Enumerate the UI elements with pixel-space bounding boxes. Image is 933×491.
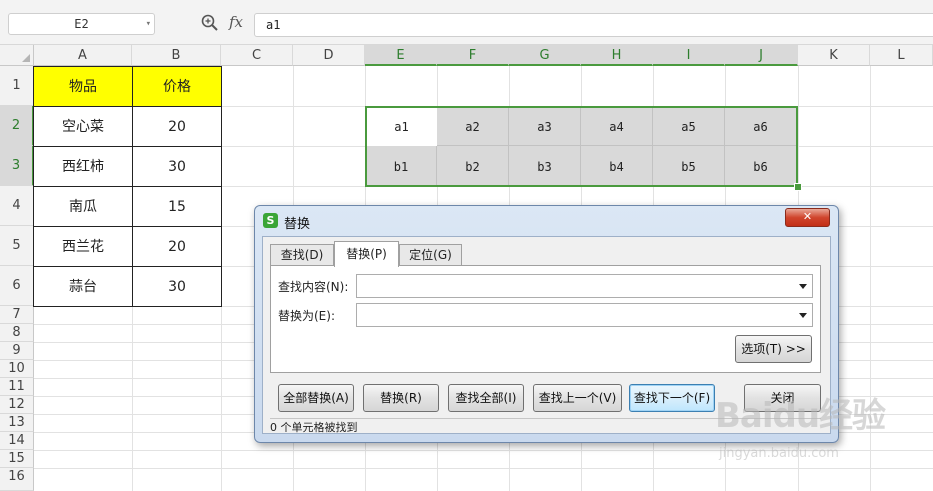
replace-panel: 查找内容(N): 替换为(E): 选项(T) >> xyxy=(270,265,821,373)
chevron-down-icon[interactable]: ▾ xyxy=(146,14,151,34)
row-header-3[interactable]: 3 xyxy=(0,146,34,186)
row-header-8[interactable]: 8 xyxy=(0,324,34,342)
row-header-12[interactable]: 12 xyxy=(0,396,34,414)
row-header-9[interactable]: 9 xyxy=(0,342,34,360)
row-header-15[interactable]: 15 xyxy=(0,450,34,468)
table-cell[interactable]: 蒜台 xyxy=(33,266,133,307)
dialog-body: 查找(D) 替换(P) 定位(G) 查找内容(N): 替换为(E): 选项(T)… xyxy=(262,236,831,434)
table-cell[interactable]: 西兰花 xyxy=(33,226,133,267)
row-header-2[interactable]: 2 xyxy=(0,106,34,146)
find-label: 查找内容(N): xyxy=(278,280,349,294)
column-header-f[interactable]: F xyxy=(437,45,509,66)
row-header-5[interactable]: 5 xyxy=(0,226,34,266)
row-header-4[interactable]: 4 xyxy=(0,186,34,226)
row-header-7[interactable]: 7 xyxy=(0,306,34,324)
table-cell[interactable]: 20 xyxy=(132,226,222,267)
table-header-item[interactable]: 物品 xyxy=(33,66,133,107)
column-header-i[interactable]: I xyxy=(653,45,725,66)
dialog-title: 替换 xyxy=(284,217,311,232)
column-header-e[interactable]: E xyxy=(365,45,437,66)
column-header-b[interactable]: B xyxy=(132,45,221,66)
close-button[interactable]: 关闭 xyxy=(744,384,821,412)
replace-button[interactable]: 替换(R) xyxy=(363,384,439,412)
find-all-button[interactable]: 查找全部(I) xyxy=(448,384,524,412)
table-cell[interactable]: 15 xyxy=(132,186,222,227)
table-cell[interactable]: 西红柿 xyxy=(33,146,133,187)
selection-border xyxy=(365,106,798,187)
table-cell[interactable]: 30 xyxy=(132,266,222,307)
find-next-button[interactable]: 查找下一个(F) xyxy=(629,384,715,412)
options-button[interactable]: 选项(T) >> xyxy=(735,335,812,363)
gridline xyxy=(870,66,871,491)
app-logo-icon: S xyxy=(263,213,278,228)
column-header-h[interactable]: H xyxy=(581,45,653,66)
column-header-a[interactable]: A xyxy=(34,45,132,66)
row-header-6[interactable]: 6 xyxy=(0,266,34,306)
row-header-11[interactable]: 11 xyxy=(0,378,34,396)
row-header-10[interactable]: 10 xyxy=(0,360,34,378)
replace-label: 替换为(E): xyxy=(278,309,335,323)
row-header-1[interactable]: 1 xyxy=(0,66,34,106)
column-header-k[interactable]: K xyxy=(798,45,870,66)
column-header-j[interactable]: J xyxy=(725,45,798,66)
chevron-down-icon[interactable] xyxy=(799,284,807,289)
column-header-g[interactable]: G xyxy=(509,45,581,66)
gridline xyxy=(34,450,933,451)
column-header-d[interactable]: D xyxy=(293,45,365,66)
name-box[interactable]: E2 ▾ xyxy=(8,13,155,35)
row-header-16[interactable]: 16 xyxy=(0,468,34,491)
tab-goto[interactable]: 定位(G) xyxy=(399,244,462,265)
chevron-down-icon[interactable] xyxy=(799,313,807,318)
gridline xyxy=(34,468,933,469)
row-header-14[interactable]: 14 xyxy=(0,432,34,450)
replace-all-button[interactable]: 全部替换(A) xyxy=(278,384,354,412)
status-text: 0 个单元格被找到 xyxy=(270,418,821,434)
find-previous-button[interactable]: 查找上一个(V) xyxy=(533,384,622,412)
column-header-c[interactable]: C xyxy=(221,45,293,66)
find-input[interactable] xyxy=(356,274,813,298)
table-cell[interactable]: 30 xyxy=(132,146,222,187)
formula-input[interactable]: a1 xyxy=(254,13,933,37)
function-icon[interactable]: fx xyxy=(229,13,243,31)
watermark-url: jingyan.baidu.com xyxy=(719,446,839,461)
table-header-price[interactable]: 价格 xyxy=(132,66,222,107)
column-header-l[interactable]: L xyxy=(870,45,933,66)
table-cell[interactable]: 南瓜 xyxy=(33,186,133,227)
formula-bar: E2 ▾ fx a1 xyxy=(0,0,933,45)
row-header-13[interactable]: 13 xyxy=(0,414,34,432)
tab-find[interactable]: 查找(D) xyxy=(270,244,334,265)
zoom-icon[interactable] xyxy=(201,14,219,32)
fill-handle[interactable] xyxy=(794,183,802,191)
name-box-value: E2 xyxy=(74,17,89,31)
replace-dialog: S 替换 ✕ 查找(D) 替换(P) 定位(G) 查找内容(N): 替换为(E)… xyxy=(254,205,839,443)
replace-input[interactable] xyxy=(356,303,813,327)
close-icon[interactable]: ✕ xyxy=(785,208,830,227)
select-all-corner[interactable] xyxy=(0,45,34,66)
table-cell[interactable]: 20 xyxy=(132,106,222,147)
tab-replace[interactable]: 替换(P) xyxy=(334,241,399,267)
table-cell[interactable]: 空心菜 xyxy=(33,106,133,147)
